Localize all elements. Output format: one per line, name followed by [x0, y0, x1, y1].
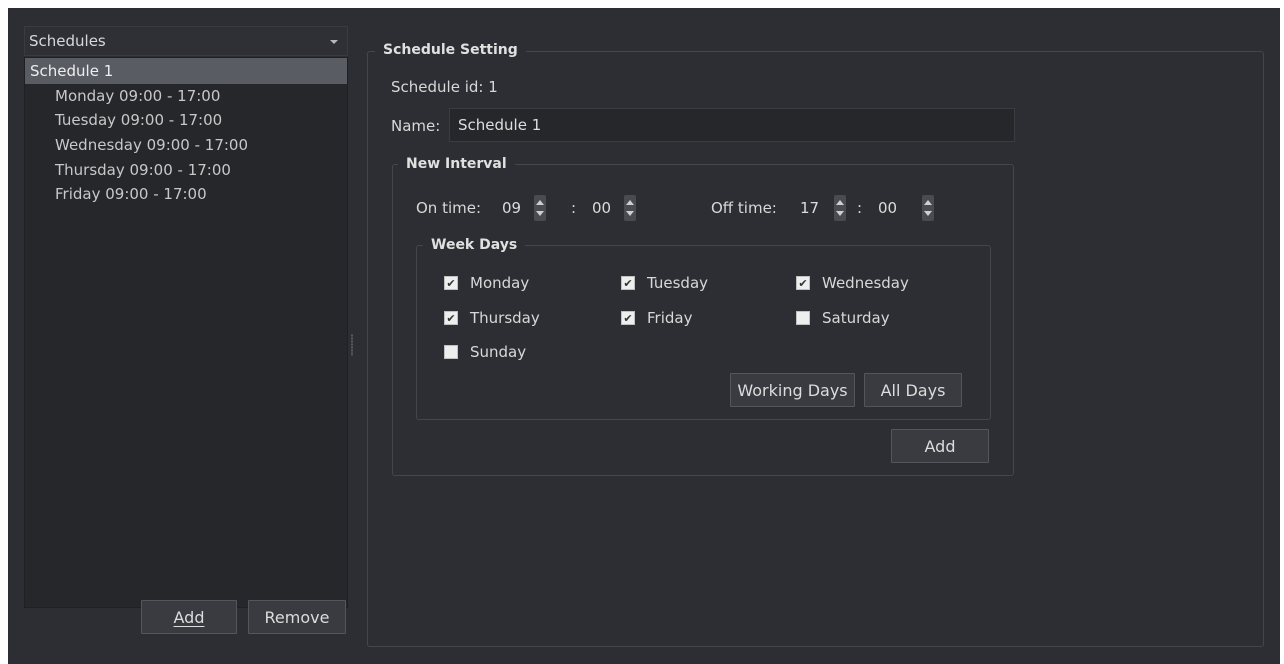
checkbox-label: Sunday — [470, 343, 527, 361]
schedule-id-label: Schedule id: 1 — [391, 78, 498, 96]
add-schedule-label: Add — [173, 607, 205, 627]
checkbox-tuesday[interactable]: ✔ Tuesday — [621, 274, 708, 292]
remove-schedule-label: Remove — [264, 607, 330, 627]
checkbox-label: Wednesday — [822, 274, 909, 292]
spin-arrows-icon[interactable] — [624, 195, 636, 221]
checkbox-unchecked-icon — [444, 345, 458, 359]
spin-arrows-icon[interactable] — [922, 195, 934, 221]
off-hour-spinbox[interactable]: 17 — [792, 194, 846, 222]
off-time-label: Off time: — [711, 199, 777, 217]
checkbox-thursday[interactable]: ✔ Thursday — [444, 309, 540, 327]
all-days-button[interactable]: All Days — [864, 373, 962, 407]
tree-item-schedule-1[interactable]: Schedule 1 — [25, 58, 347, 84]
checkbox-label: Saturday — [822, 309, 890, 327]
week-days-title: Week Days — [423, 237, 526, 253]
off-hour-value: 17 — [800, 199, 820, 217]
add-schedule-button[interactable]: Add — [141, 600, 237, 634]
add-interval-label: Add — [924, 436, 956, 456]
on-minute-spinbox[interactable]: 00 — [584, 194, 636, 222]
checkbox-monday[interactable]: ✔ Monday — [444, 274, 529, 292]
new-interval-title: New Interval — [398, 156, 515, 172]
schedules-combo[interactable]: Schedules — [24, 26, 348, 56]
working-days-button[interactable]: Working Days — [730, 373, 855, 407]
checkbox-label: Friday — [647, 309, 693, 327]
on-time-colon: : — [571, 199, 577, 217]
schedule-tree[interactable]: Schedule 1 Monday 09:00 - 17:00 Tuesday … — [24, 57, 348, 608]
schedules-combo-value: Schedules — [29, 32, 106, 50]
tree-item-interval[interactable]: Tuesday 09:00 - 17:00 — [55, 108, 222, 132]
checkbox-checked-icon: ✔ — [444, 276, 458, 290]
splitter-handle[interactable] — [351, 334, 353, 356]
tree-item-interval[interactable]: Thursday 09:00 - 17:00 — [55, 158, 231, 182]
off-minute-value: 00 — [878, 199, 898, 217]
on-hour-value: 09 — [502, 199, 522, 217]
off-minute-spinbox[interactable]: 00 — [870, 194, 934, 222]
remove-schedule-button[interactable]: Remove — [248, 600, 346, 634]
tree-item-interval[interactable]: Monday 09:00 - 17:00 — [55, 84, 220, 108]
checkbox-checked-icon: ✔ — [621, 311, 635, 325]
checkbox-checked-icon: ✔ — [621, 276, 635, 290]
all-days-label: All Days — [880, 380, 946, 400]
spin-arrows-icon[interactable] — [834, 195, 846, 221]
name-label: Name: — [391, 117, 441, 135]
spin-arrows-icon[interactable] — [534, 195, 546, 221]
on-minute-value: 00 — [592, 199, 612, 217]
add-interval-button[interactable]: Add — [891, 429, 989, 463]
checkbox-checked-icon: ✔ — [444, 311, 458, 325]
checkbox-friday[interactable]: ✔ Friday — [621, 309, 692, 327]
checkbox-checked-icon: ✔ — [796, 276, 810, 290]
on-time-label: On time: — [416, 199, 482, 217]
checkbox-sunday[interactable]: Sunday — [444, 343, 526, 361]
tree-item-interval[interactable]: Wednesday 09:00 - 17:00 — [55, 133, 248, 157]
off-time-colon: : — [857, 199, 863, 217]
name-field[interactable]: Schedule 1 — [449, 108, 1015, 142]
on-hour-spinbox[interactable]: 09 — [494, 194, 546, 222]
checkbox-saturday[interactable]: Saturday — [796, 309, 890, 327]
checkbox-label: Tuesday — [647, 274, 709, 292]
checkbox-label: Thursday — [470, 309, 540, 327]
working-days-label: Working Days — [737, 380, 848, 400]
tree-item-interval[interactable]: Friday 09:00 - 17:00 — [55, 182, 207, 206]
dropdown-arrow-icon — [330, 40, 338, 44]
checkbox-unchecked-icon — [796, 311, 810, 325]
schedule-setting-title: Schedule Setting — [375, 42, 526, 58]
checkbox-label: Monday — [470, 274, 530, 292]
checkbox-wednesday[interactable]: ✔ Wednesday — [796, 274, 909, 292]
